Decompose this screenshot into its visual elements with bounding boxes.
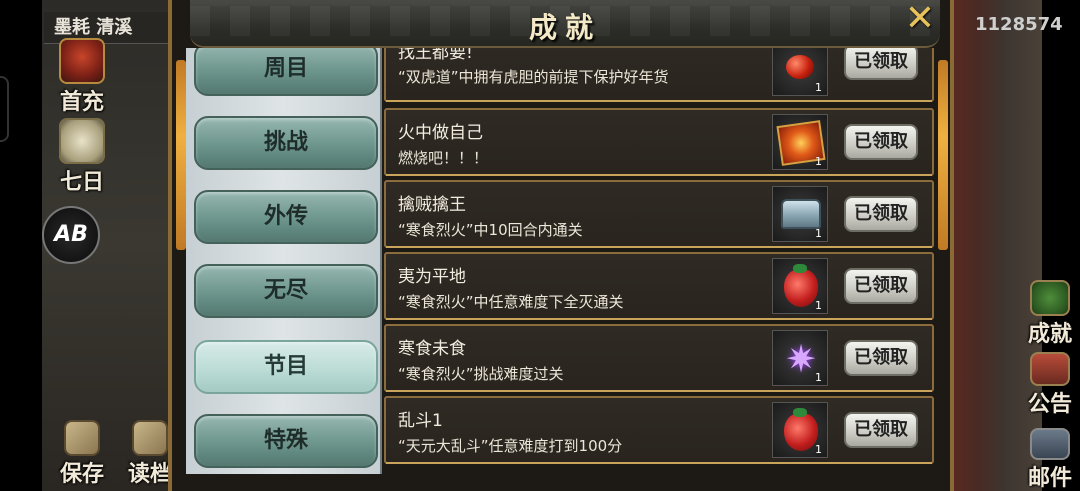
achievement-desc: “寒食烈火”中10回合内通关	[398, 221, 583, 239]
achievement-title: 乱斗1	[398, 411, 443, 431]
achievement-row: 找王都要! “双虎道”中拥有虎胆的前提下保护好年货 1 已领取	[384, 48, 934, 102]
load-icon	[132, 420, 168, 456]
seven-day-icon	[59, 118, 105, 164]
tab-waizhuan[interactable]: 外传	[194, 190, 378, 244]
panel-title: 成就	[528, 11, 601, 44]
achievement-icon	[1030, 280, 1070, 316]
achievement-desc: “寒食烈火”挑战难度过关	[398, 365, 564, 383]
achievement-list[interactable]: 找王都要! “双虎道”中拥有虎胆的前提下保护好年货 1 已领取 火中做自己 燃烧…	[384, 48, 936, 474]
gift-icon	[59, 38, 105, 84]
mail-button[interactable]: 邮件	[1014, 428, 1080, 491]
mail-icon	[1030, 428, 1070, 460]
achievement-desc: “双虎道”中拥有虎胆的前提下保护好年货	[398, 68, 669, 86]
claim-button[interactable]: 已领取	[844, 124, 918, 160]
left-gold-trim	[176, 60, 186, 250]
category-tabs: 周目 挑战 外传 无尽 节目 特殊	[186, 48, 382, 474]
achievement-title: 寒食未食	[398, 339, 466, 359]
first-charge-label: 首充	[59, 90, 104, 115]
mail-label: 邮件	[1027, 466, 1072, 491]
achievement-row: 夷为平地 “寒食烈火”中任意难度下全灭通关 1 已领取	[384, 252, 934, 320]
achievement-row: 火中做自己 燃烧吧！！！ 1 已领取	[384, 108, 934, 176]
ab-badge-icon[interactable]: AB	[42, 206, 100, 264]
achievement-title: 擒贼擒王	[398, 195, 466, 215]
reward-quantity: 1	[815, 227, 822, 240]
reward-slot[interactable]: 1	[772, 114, 828, 170]
silver-chest-icon	[781, 199, 821, 229]
claim-button[interactable]: 已领取	[844, 196, 918, 232]
achievement-desc: “寒食烈火”中任意难度下全灭通关	[398, 293, 624, 311]
device-side-button	[0, 76, 9, 142]
reward-slot[interactable]: 1	[772, 48, 828, 96]
tab-tiaozhan[interactable]: 挑战	[194, 116, 378, 170]
reward-slot[interactable]: 1	[772, 258, 828, 314]
achievement-title: 火中做自己	[398, 123, 483, 143]
reward-slot[interactable]: ✷ 1	[772, 330, 828, 386]
achievement-label: 成就	[1027, 322, 1072, 347]
claim-button[interactable]: 已领取	[844, 340, 918, 376]
reward-quantity: 1	[815, 443, 822, 456]
seven-day-label: 七日	[59, 170, 104, 195]
right-gold-trim	[938, 60, 948, 250]
close-button[interactable]: ✕	[893, 0, 947, 40]
achievement-desc: “天元大乱斗”任意难度打到100分	[398, 437, 623, 455]
red-bag-icon	[784, 408, 818, 451]
reward-quantity: 1	[815, 155, 822, 168]
load-label: 读档	[127, 462, 172, 487]
reward-slot[interactable]: 1	[772, 186, 828, 242]
tab-teshu[interactable]: 特殊	[194, 414, 378, 468]
notice-icon	[1030, 352, 1070, 386]
coin-counter: 1128574	[975, 14, 1063, 35]
achievement-row: 寒食未食 “寒食烈火”挑战难度过关 ✷ 1 已领取	[384, 324, 934, 392]
first-charge-button[interactable]: 首充	[46, 38, 118, 116]
achievement-row: 擒贼擒王 “寒食烈火”中10回合内通关 1 已领取	[384, 180, 934, 248]
panel-header: 成就	[190, 0, 940, 48]
achievement-button[interactable]: 成就	[1014, 280, 1080, 348]
tab-jiemu[interactable]: 节目	[194, 340, 378, 394]
red-gem-icon	[786, 55, 814, 79]
achievement-title: 找王都要!	[398, 48, 473, 63]
red-bag-icon	[784, 264, 818, 307]
reward-quantity: 1	[815, 371, 822, 384]
notice-button[interactable]: 公告	[1014, 352, 1080, 418]
reward-quantity: 1	[815, 299, 822, 312]
reward-quantity: 1	[815, 81, 822, 94]
tab-zhoumu[interactable]: 周目	[194, 48, 378, 96]
claim-button[interactable]: 已领取	[844, 48, 918, 80]
notice-label: 公告	[1027, 392, 1072, 417]
save-icon	[64, 420, 100, 456]
achievement-row: 乱斗1 “天元大乱斗”任意难度打到100分 1 已领取	[384, 396, 934, 464]
claim-button[interactable]: 已领取	[844, 412, 918, 448]
claim-button[interactable]: 已领取	[844, 268, 918, 304]
seven-day-button[interactable]: 七日	[46, 118, 118, 196]
reward-slot[interactable]: 1	[772, 402, 828, 458]
achievement-desc: 燃烧吧！！！	[398, 149, 489, 167]
achievement-title: 夷为平地	[398, 267, 466, 287]
tab-wujin[interactable]: 无尽	[194, 264, 378, 318]
save-button[interactable]: 保存	[46, 420, 118, 488]
save-label: 保存	[59, 462, 104, 487]
device-bezel-left	[0, 0, 42, 491]
